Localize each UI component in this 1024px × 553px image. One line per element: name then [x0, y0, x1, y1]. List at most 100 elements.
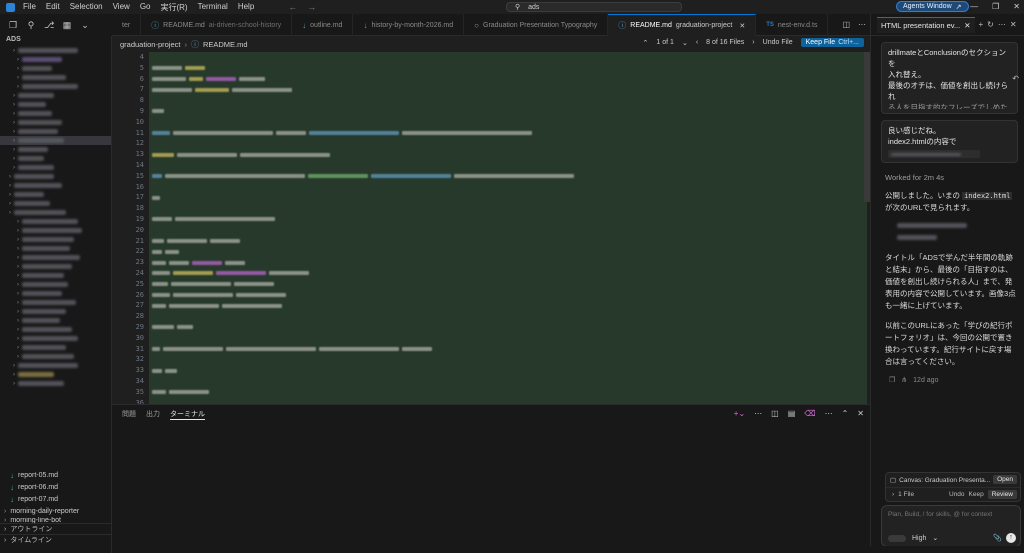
code-line[interactable] [149, 268, 867, 279]
chevron-right-icon[interactable]: › [892, 491, 894, 498]
tree-item[interactable]: › [0, 91, 111, 100]
code-line[interactable] [149, 149, 867, 160]
code-line[interactable] [149, 344, 867, 355]
file-report-07[interactable]: ↓ report-07.md [0, 493, 112, 505]
tree-item[interactable]: › [0, 280, 111, 289]
canvas-open-button[interactable]: Open [993, 475, 1017, 484]
code-line[interactable] [149, 311, 867, 322]
keep-file-button[interactable]: Keep File Ctrl+... [800, 38, 864, 47]
files-icon[interactable]: ❐ [8, 20, 18, 30]
close-icon[interactable]: ✕ [739, 22, 745, 30]
breadcrumb-file[interactable]: README.md [203, 40, 248, 49]
code-line[interactable] [149, 225, 867, 236]
tree-item[interactable]: › [0, 370, 111, 379]
tree-item[interactable]: › [0, 172, 111, 181]
code-line[interactable] [149, 333, 867, 344]
menu-run[interactable]: 実行(R) [160, 2, 187, 13]
more-icon[interactable]: ⋯ [754, 409, 762, 418]
code-line[interactable] [149, 84, 867, 95]
minimize-icon[interactable]: — [970, 2, 978, 11]
tab-outline[interactable]: ↓ outline.md [292, 14, 354, 36]
tree-item[interactable]: › [0, 361, 111, 370]
menu-help[interactable]: Help [238, 2, 254, 13]
model-selector[interactable] [888, 534, 906, 542]
code-line[interactable] [149, 138, 867, 149]
tree-item[interactable]: › [0, 190, 111, 199]
files-label[interactable]: 1 File [898, 491, 914, 498]
code-line[interactable] [149, 376, 867, 387]
code-line[interactable] [149, 387, 867, 398]
tree-item[interactable]: › [0, 109, 111, 118]
user-message-2[interactable]: 良い感じだね。 index2.htmlの内容で [881, 120, 1018, 163]
code-line[interactable] [149, 160, 867, 171]
more-icon[interactable]: ⋯ [858, 20, 866, 29]
menu-edit[interactable]: Edit [46, 2, 60, 13]
undo-icon[interactable]: ↶ [1012, 73, 1019, 84]
more-icon[interactable]: ⋯ [825, 409, 833, 418]
split-editor-icon[interactable]: ◫ [842, 20, 850, 29]
canvas-row[interactable]: ▢ Canvas: Graduation Presenta... Open [886, 473, 1020, 487]
add-chat-icon[interactable]: + [979, 20, 984, 29]
send-icon[interactable]: ↑ [1006, 533, 1016, 543]
trash-icon[interactable]: ⌫ [804, 409, 815, 418]
tree-item[interactable]: › [0, 55, 111, 64]
tree-item[interactable]: › [0, 181, 111, 190]
copy-icon[interactable]: ❐ [889, 376, 895, 384]
back-arrow-icon[interactable]: ← [288, 2, 297, 12]
user-message-1[interactable]: drillmateとConclusionのセクションを 入れ替え。 最後のオチは… [881, 42, 1019, 114]
undo-all-button[interactable]: Undo [949, 491, 965, 498]
tree-item[interactable]: › [0, 244, 111, 253]
close-icon[interactable]: ✕ [857, 409, 864, 418]
tree-item[interactable]: › [0, 199, 111, 208]
code-editor[interactable]: 4 5 6 7 8 9 10 11 12 13 14 15 16 17 18 19 20 21 22 23 24 25 26… [112, 52, 870, 404]
outline-section[interactable]: › アウトライン [0, 523, 112, 534]
tree-item[interactable]: › [0, 73, 111, 82]
menu-go[interactable]: Go [140, 2, 151, 13]
tree-item[interactable]: › [0, 352, 111, 361]
more-icon[interactable]: ⋯ [998, 20, 1006, 29]
explorer-root-label[interactable]: ADS [0, 36, 111, 46]
folder-morning-daily-reporter[interactable]: › morning-daily-reporter [0, 505, 112, 517]
tree-item[interactable]: › [0, 253, 111, 262]
code-line[interactable] [149, 52, 867, 63]
code-line[interactable] [149, 171, 867, 182]
tree-item[interactable]: › [0, 307, 111, 316]
chat-tab[interactable]: HTML presentation ev... ✕ [877, 16, 975, 33]
code-line[interactable] [149, 74, 867, 85]
fork-icon[interactable]: ⋔ [901, 376, 907, 384]
code-line[interactable] [149, 354, 867, 365]
tree-item[interactable]: › [0, 127, 111, 136]
chat-input[interactable] [888, 511, 1016, 518]
tree-item[interactable]: › [0, 163, 111, 172]
tab-history-by-month[interactable]: ↓ history-by-month-2026.md [353, 14, 465, 36]
code-line[interactable] [149, 322, 867, 333]
close-window-icon[interactable]: ✕ [1013, 2, 1020, 11]
code-line[interactable] [149, 257, 867, 268]
file-report-06[interactable]: ↓ report-06.md [0, 481, 112, 493]
tree-item[interactable]: › [0, 262, 111, 271]
tree-item[interactable]: › [0, 64, 111, 73]
tree-item[interactable]: › [0, 316, 111, 325]
code-line[interactable] [149, 300, 867, 311]
chevron-down-icon[interactable]: ⌄ [932, 534, 938, 542]
tree-item[interactable]: › [0, 235, 111, 244]
code-line[interactable] [149, 106, 867, 117]
tab-readme-ai-driven[interactable]: ⓘ README.md ai-driven-school-history [141, 14, 293, 36]
split-terminal-icon[interactable]: ◫ [771, 409, 779, 418]
code-line[interactable] [149, 279, 867, 290]
review-button[interactable]: Review [987, 490, 1017, 499]
new-terminal-icon[interactable]: +⌄ [734, 409, 745, 418]
menu-terminal[interactable]: Terminal [198, 2, 228, 13]
source-control-icon[interactable]: ⎇ [44, 20, 54, 30]
menu-view[interactable]: View [113, 2, 130, 13]
close-icon[interactable]: ✕ [964, 21, 970, 30]
tree-item[interactable]: › [0, 298, 111, 307]
tree-item[interactable]: › [0, 208, 111, 217]
code-line[interactable] [149, 365, 867, 376]
chevron-down-icon[interactable]: ⌄ [80, 20, 90, 30]
tree-item[interactable]: › [0, 289, 111, 298]
attach-icon[interactable]: 📎 [993, 534, 1002, 542]
code-line[interactable] [149, 214, 867, 225]
tab-terminal[interactable]: ターミナル [170, 409, 205, 420]
code-line[interactable] [149, 95, 867, 106]
